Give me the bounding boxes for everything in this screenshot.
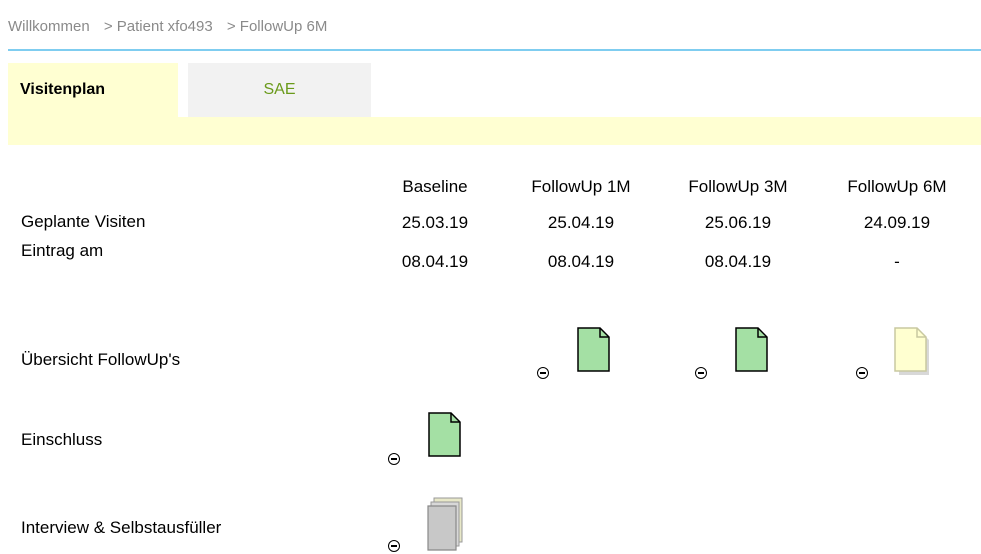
column-header-followup-3m: FollowUp 3M [688, 177, 788, 196]
entry-date-followup-3m: 08.04.19 [704, 252, 772, 271]
followup-1m-overview-doc[interactable] [537, 327, 617, 385]
planned-date-followup-6m: 24.09.19 [863, 213, 931, 232]
column-header-baseline: Baseline [402, 177, 468, 196]
followup-3m-overview-doc[interactable] [695, 327, 775, 385]
collapse-minus-icon[interactable] [388, 540, 400, 552]
entry-date-baseline: 08.04.19 [401, 252, 469, 271]
collapse-minus-icon[interactable] [856, 367, 868, 379]
column-header-followup-1m: FollowUp 1M [531, 177, 631, 196]
planned-date-followup-3m: 25.06.19 [704, 213, 772, 232]
document-icon-complete [735, 327, 768, 372]
collapse-minus-icon[interactable] [388, 453, 400, 465]
tab-sae[interactable]: SAE [188, 63, 371, 117]
breadcrumb-home[interactable]: Willkommen [8, 18, 90, 35]
followup-6m-overview-doc[interactable] [856, 327, 936, 385]
document-icon-pending [894, 327, 929, 375]
breadcrumb-patient[interactable]: > Patient xfo493 [104, 18, 213, 35]
baseline-interview-doc[interactable] [388, 497, 468, 554]
tab-visitenplan[interactable]: Visitenplan [8, 63, 178, 117]
row-label-inclusion: Einschluss [21, 430, 103, 449]
entry-date-followup-6m: - [894, 252, 900, 271]
entry-date-followup-1m: 08.04.19 [547, 252, 615, 271]
collapse-minus-icon[interactable] [695, 367, 707, 379]
tab-content-strip [8, 117, 981, 145]
row-label-planned-visits: Geplante Visiten [21, 212, 146, 231]
document-icon-complete [428, 412, 461, 457]
document-icon-complete [577, 327, 610, 372]
planned-date-baseline: 25.03.19 [401, 213, 469, 232]
column-header-followup-6m: FollowUp 6M [847, 177, 947, 196]
tab-bar: Visitenplan SAE [8, 63, 981, 145]
document-stack-icon [427, 497, 463, 551]
planned-date-followup-1m: 25.04.19 [547, 213, 615, 232]
row-label-entry-date: Eintrag am [21, 241, 104, 260]
row-label-interview: Interview & Selbstausfüller [21, 518, 222, 537]
row-label-followup-overview: Übersicht FollowUp's [21, 350, 181, 369]
breadcrumb-current: > FollowUp 6M [226, 18, 328, 35]
baseline-inclusion-doc[interactable] [388, 412, 468, 470]
collapse-minus-icon[interactable] [537, 367, 549, 379]
breadcrumb: Willkommen > Patient xfo493 > FollowUp 6… [8, 18, 337, 35]
header-divider [8, 49, 981, 51]
